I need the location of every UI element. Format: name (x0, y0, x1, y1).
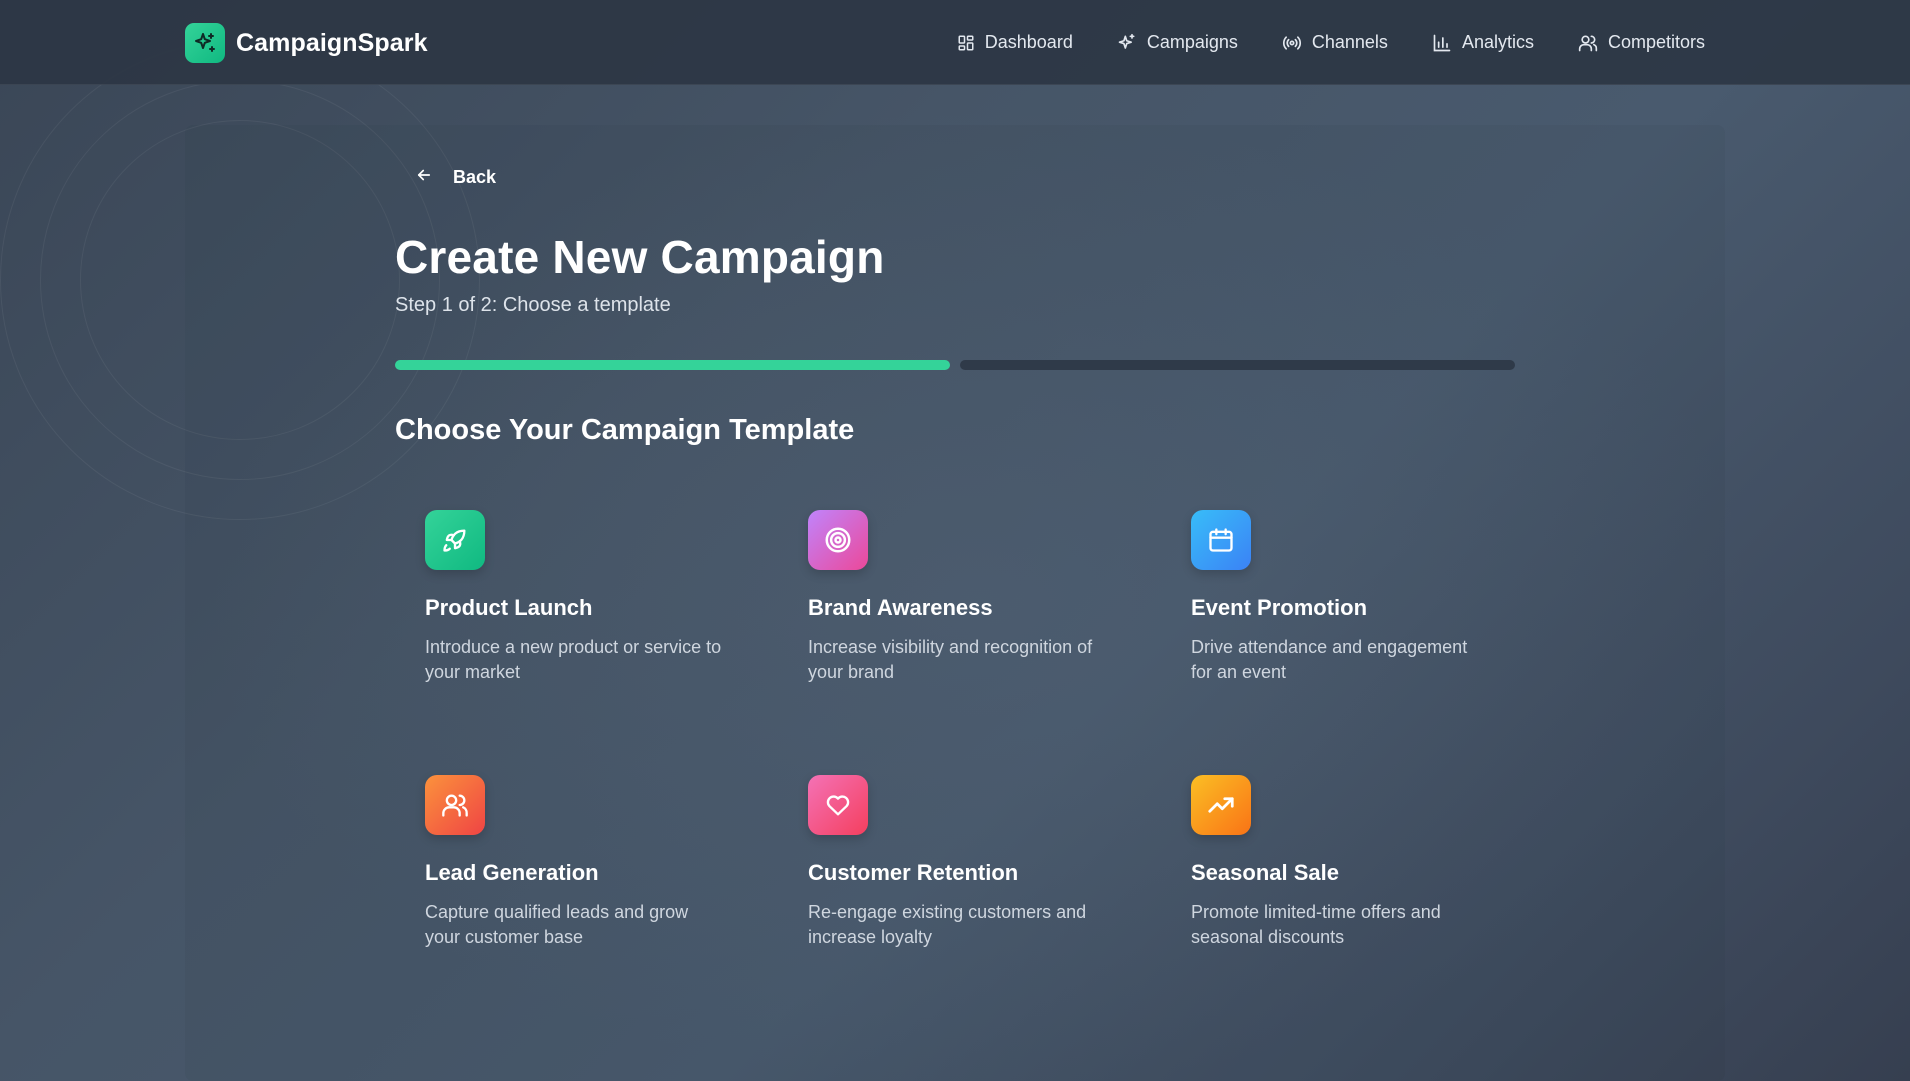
main-nav: Dashboard Campaigns Channels Analytics C… (957, 0, 1705, 85)
template-title: Product Launch (425, 595, 593, 620)
step-progress (395, 360, 1515, 370)
nav-item-analytics[interactable]: Analytics (1432, 32, 1534, 53)
back-button[interactable]: Back (415, 166, 496, 189)
app-logo[interactable]: CampaignSpark (185, 23, 428, 63)
nav-label: Channels (1311, 32, 1388, 52)
progress-step-1 (395, 360, 950, 370)
users-icon (1578, 33, 1598, 53)
template-title: Event Promotion (1191, 595, 1368, 620)
heart-icon (808, 775, 868, 835)
template-description: Drive attendance and engagement for an e… (1191, 637, 1468, 682)
nav-label: Competitors (1607, 32, 1705, 52)
progress-step-2 (960, 360, 1515, 370)
grid-icon (957, 34, 975, 52)
decorative-ring-middle (40, 80, 440, 480)
template-card-product-launch[interactable]: Product Launch Introduce a new product o… (395, 480, 778, 745)
nav-item-competitors[interactable]: Competitors (1578, 32, 1705, 53)
nav-label: Campaigns (1146, 32, 1238, 52)
trending-up-icon (1191, 775, 1251, 835)
users-icon (425, 775, 485, 835)
target-icon (808, 510, 868, 570)
step-indicator: Step 1 of 2: Choose a template (395, 294, 671, 316)
template-grid: Product Launch Introduce a new product o… (395, 480, 1545, 1010)
template-title: Customer Retention (808, 860, 1019, 885)
nav-item-channels[interactable]: Channels (1282, 32, 1388, 53)
template-card-customer-retention[interactable]: Customer Retention Re-engage existing cu… (778, 745, 1161, 1010)
arrow-left-icon (415, 166, 433, 189)
sparkles-icon (1117, 33, 1137, 53)
template-card-event-promotion[interactable]: Event Promotion Drive attendance and eng… (1161, 480, 1544, 745)
app-name: CampaignSpark (236, 28, 428, 57)
nav-label: Dashboard (984, 32, 1073, 52)
template-description: Increase visibility and recognition of y… (808, 637, 1093, 682)
template-title: Seasonal Sale (1191, 860, 1339, 885)
back-label: Back (453, 167, 497, 187)
template-description: Capture qualified leads and grow your cu… (425, 902, 689, 947)
nav-label: Analytics (1461, 32, 1534, 52)
calendar-icon (1191, 510, 1251, 570)
nav-item-dashboard[interactable]: Dashboard (957, 32, 1073, 53)
page-title: Create New Campaign (395, 231, 885, 283)
top-navbar: CampaignSpark Dashboard Campaigns Channe… (0, 0, 1910, 85)
template-card-seasonal-sale[interactable]: Seasonal Sale Promote limited-time offer… (1161, 745, 1544, 1010)
template-card-brand-awareness[interactable]: Brand Awareness Increase visibility and … (778, 480, 1161, 745)
broadcast-icon (1282, 33, 1302, 53)
decorative-ring-inner (80, 120, 400, 440)
template-card-lead-generation[interactable]: Lead Generation Capture qualified leads … (395, 745, 778, 1010)
template-description: Re-engage existing customers and increas… (808, 902, 1087, 947)
rocket-icon (425, 510, 485, 570)
template-description: Promote limited-time offers and seasonal… (1191, 902, 1441, 947)
template-title: Lead Generation (425, 860, 599, 885)
sparkles-icon (185, 23, 225, 63)
template-description: Introduce a new product or service to yo… (425, 637, 722, 682)
bar-chart-icon (1432, 33, 1452, 53)
nav-item-campaigns[interactable]: Campaigns (1117, 32, 1238, 53)
section-title: Choose Your Campaign Template (395, 414, 855, 446)
template-title: Brand Awareness (808, 595, 993, 620)
